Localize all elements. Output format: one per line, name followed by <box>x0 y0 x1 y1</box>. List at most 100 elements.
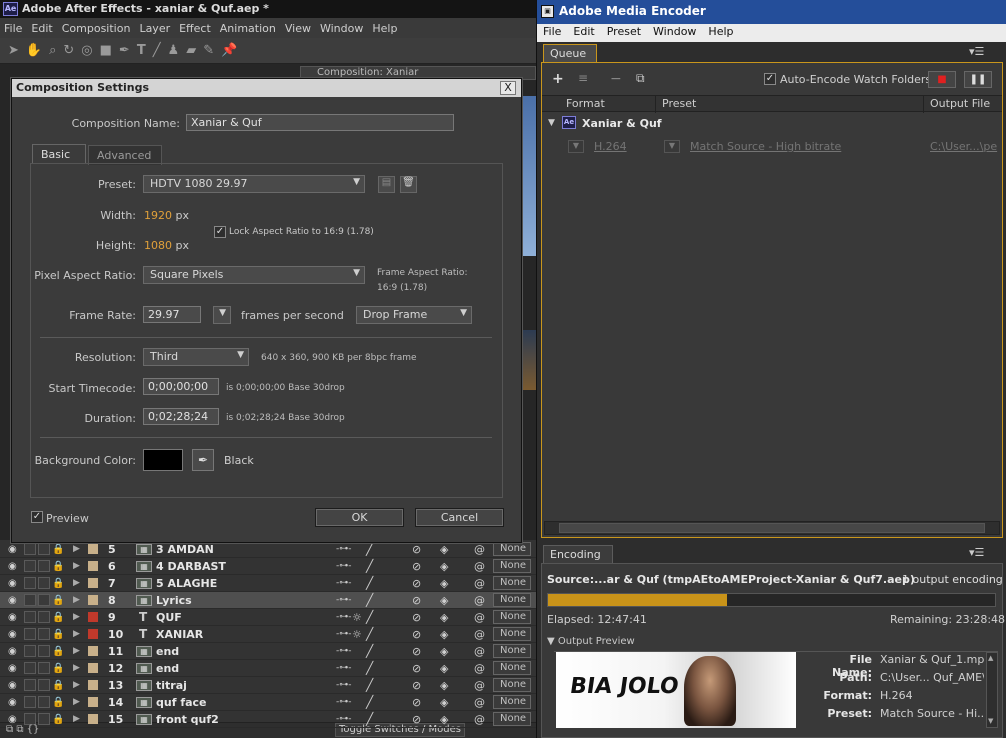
rotate-tool-icon[interactable]: ↻ <box>63 43 74 58</box>
3d-layer-icon[interactable]: ◈ <box>440 560 448 573</box>
timeline-footer-icons[interactable]: ⧉ ⧉ {} <box>6 724 39 735</box>
parent-pickwhip-icon[interactable]: @ <box>474 611 485 624</box>
parent-pickwhip-icon[interactable]: @ <box>474 713 485 726</box>
audio-toggle[interactable] <box>24 662 36 674</box>
motion-blur-icon[interactable]: ⊘ <box>412 560 421 573</box>
parent-dropdown[interactable]: None <box>493 576 531 590</box>
add-source-icon[interactable]: + <box>552 71 564 87</box>
label-color-swatch[interactable] <box>88 561 98 571</box>
parent-dropdown[interactable]: None <box>493 661 531 675</box>
vertical-scrollbar[interactable]: ▲ ▼ <box>986 652 998 728</box>
me-menu-window[interactable]: Window <box>653 25 696 42</box>
lock-aspect-checkbox[interactable]: ✓ <box>214 226 226 238</box>
width-value[interactable]: 1920 <box>144 209 172 222</box>
eye-visibility-icon[interactable]: ◉ <box>8 629 17 640</box>
collapse-switch-icon[interactable]: ☼ <box>352 628 362 641</box>
lock-icon[interactable]: 🔒 <box>52 544 64 555</box>
queue-item-preset[interactable]: Match Source - High bitrate <box>690 140 841 153</box>
quality-switch-icon[interactable]: ╱ <box>366 712 373 726</box>
auto-encode-checkbox[interactable]: ✓ <box>764 73 776 85</box>
output-preview-toggle[interactable]: ▼ Output Preview <box>547 636 635 647</box>
audio-toggle[interactable] <box>24 645 36 657</box>
parent-dropdown[interactable]: None <box>493 593 531 607</box>
parent-pickwhip-icon[interactable]: @ <box>474 645 485 658</box>
ae-menu-animation[interactable]: Animation <box>220 22 276 35</box>
expand-triangle-icon[interactable]: ▼ <box>548 118 555 128</box>
parent-pickwhip-icon[interactable]: @ <box>474 560 485 573</box>
layer-name[interactable]: titraj <box>156 679 187 692</box>
motion-blur-icon[interactable]: ⊘ <box>412 611 421 624</box>
ok-button[interactable]: OK <box>315 508 404 527</box>
layer-name[interactable]: 5 ALAGHE <box>156 577 217 590</box>
motion-blur-icon[interactable]: ⊘ <box>412 628 421 641</box>
timeline-layer-row[interactable]: ◉ 🔒 ▶ 8 ▦ Lyrics -⊶- ╱ ⊘ ◈ @ None <box>0 592 536 609</box>
eraser-icon[interactable]: ▰ <box>186 43 196 58</box>
layer-name[interactable]: QUF <box>156 611 182 624</box>
label-color-swatch[interactable] <box>88 697 98 707</box>
eye-visibility-icon[interactable]: ◉ <box>8 663 17 674</box>
quality-switch-icon[interactable]: ╱ <box>366 610 373 624</box>
width-field[interactable]: 1920 px <box>144 209 189 222</box>
timeline-layer-row[interactable]: ◉ 🔒 ▶ 12 ▦ end -⊶- ╱ ⊘ ◈ @ None <box>0 660 536 677</box>
parent-dropdown[interactable]: None <box>493 627 531 641</box>
solo-toggle[interactable] <box>38 577 50 589</box>
encoding-tab[interactable]: Encoding × <box>543 545 613 574</box>
shy-switch-icon[interactable]: -⊶- <box>336 714 352 724</box>
parent-dropdown[interactable]: None <box>493 542 531 556</box>
selection-tool-icon[interactable]: ➤ <box>8 43 19 58</box>
chevron-down-icon[interactable]: ▼ <box>568 140 584 153</box>
label-color-swatch[interactable] <box>88 663 98 673</box>
parent-dropdown[interactable]: None <box>493 695 531 709</box>
timeline-layer-row[interactable]: ◉ 🔒 ▶ 11 ▦ end -⊶- ╱ ⊘ ◈ @ None <box>0 643 536 660</box>
column-output-file[interactable]: Output File <box>924 96 1004 113</box>
parent-dropdown[interactable]: None <box>493 644 531 658</box>
ae-menu-help[interactable]: Help <box>372 22 397 35</box>
me-menu-help[interactable]: Help <box>708 25 733 42</box>
eye-visibility-icon[interactable]: ◉ <box>8 544 17 555</box>
queue-item-name[interactable]: Xaniar & Quf <box>582 117 662 130</box>
audio-toggle[interactable] <box>24 594 36 606</box>
quality-switch-icon[interactable]: ╱ <box>366 559 373 573</box>
timeline-layer-row[interactable]: ◉ 🔒 ▶ 9 T QUF -⊶- ☼ ╱ ⊘ ◈ @ None <box>0 609 536 626</box>
brush-tool-icon[interactable]: ╱ <box>153 43 161 58</box>
delete-preset-icon[interactable]: 🗑 <box>400 176 417 193</box>
motion-blur-icon[interactable]: ⊘ <box>412 543 421 556</box>
solo-toggle[interactable] <box>38 594 50 606</box>
lock-icon[interactable]: 🔒 <box>52 561 64 572</box>
lock-icon[interactable]: 🔒 <box>52 680 64 691</box>
background-color-swatch[interactable] <box>143 449 183 471</box>
layer-name[interactable]: Lyrics <box>156 594 192 607</box>
tab-advanced[interactable]: Advanced <box>88 145 162 165</box>
expand-triangle-icon[interactable]: ▶ <box>73 595 80 605</box>
timeline-layer-row[interactable]: ◉ 🔒 ▶ 5 ▦ 3 AMDAN -⊶- ╱ ⊘ ◈ @ None <box>0 541 536 558</box>
shy-switch-icon[interactable]: -⊶- <box>336 663 352 673</box>
shy-switch-icon[interactable]: -⊶- <box>336 629 352 639</box>
scrollbar-thumb[interactable] <box>559 523 985 533</box>
eyedropper-icon[interactable]: ✒ <box>192 449 214 471</box>
ae-menu-effect[interactable]: Effect <box>179 22 211 35</box>
eye-visibility-icon[interactable]: ◉ <box>8 595 17 606</box>
frame-rate-input[interactable]: 29.97 <box>143 306 201 323</box>
remove-icon[interactable]: − <box>610 71 622 87</box>
chevron-down-icon[interactable]: ▼ <box>664 140 680 153</box>
queue-tab[interactable]: Queue × <box>543 44 597 73</box>
lock-icon[interactable]: 🔒 <box>52 612 64 623</box>
lock-icon[interactable]: 🔒 <box>52 578 64 589</box>
shy-switch-icon[interactable]: -⊶- <box>336 697 352 707</box>
solo-toggle[interactable] <box>38 543 50 555</box>
label-color-swatch[interactable] <box>88 629 98 639</box>
start-timecode-input[interactable]: 0;00;00;00 <box>143 378 219 395</box>
column-format[interactable]: Format <box>560 96 656 113</box>
label-color-swatch[interactable] <box>88 646 98 656</box>
shy-switch-icon[interactable]: -⊶- <box>336 612 352 622</box>
expand-triangle-icon[interactable]: ▶ <box>73 714 80 724</box>
lock-icon[interactable]: 🔒 <box>52 697 64 708</box>
solo-toggle[interactable] <box>38 560 50 572</box>
ae-menu-composition[interactable]: Composition <box>62 22 131 35</box>
height-value[interactable]: 1080 <box>144 239 172 252</box>
audio-toggle[interactable] <box>24 560 36 572</box>
preview-checkbox[interactable]: ✓ <box>31 511 43 523</box>
expand-triangle-icon[interactable]: ▶ <box>73 612 80 622</box>
eye-visibility-icon[interactable]: ◉ <box>8 612 17 623</box>
me-menu-preset[interactable]: Preset <box>607 25 641 42</box>
